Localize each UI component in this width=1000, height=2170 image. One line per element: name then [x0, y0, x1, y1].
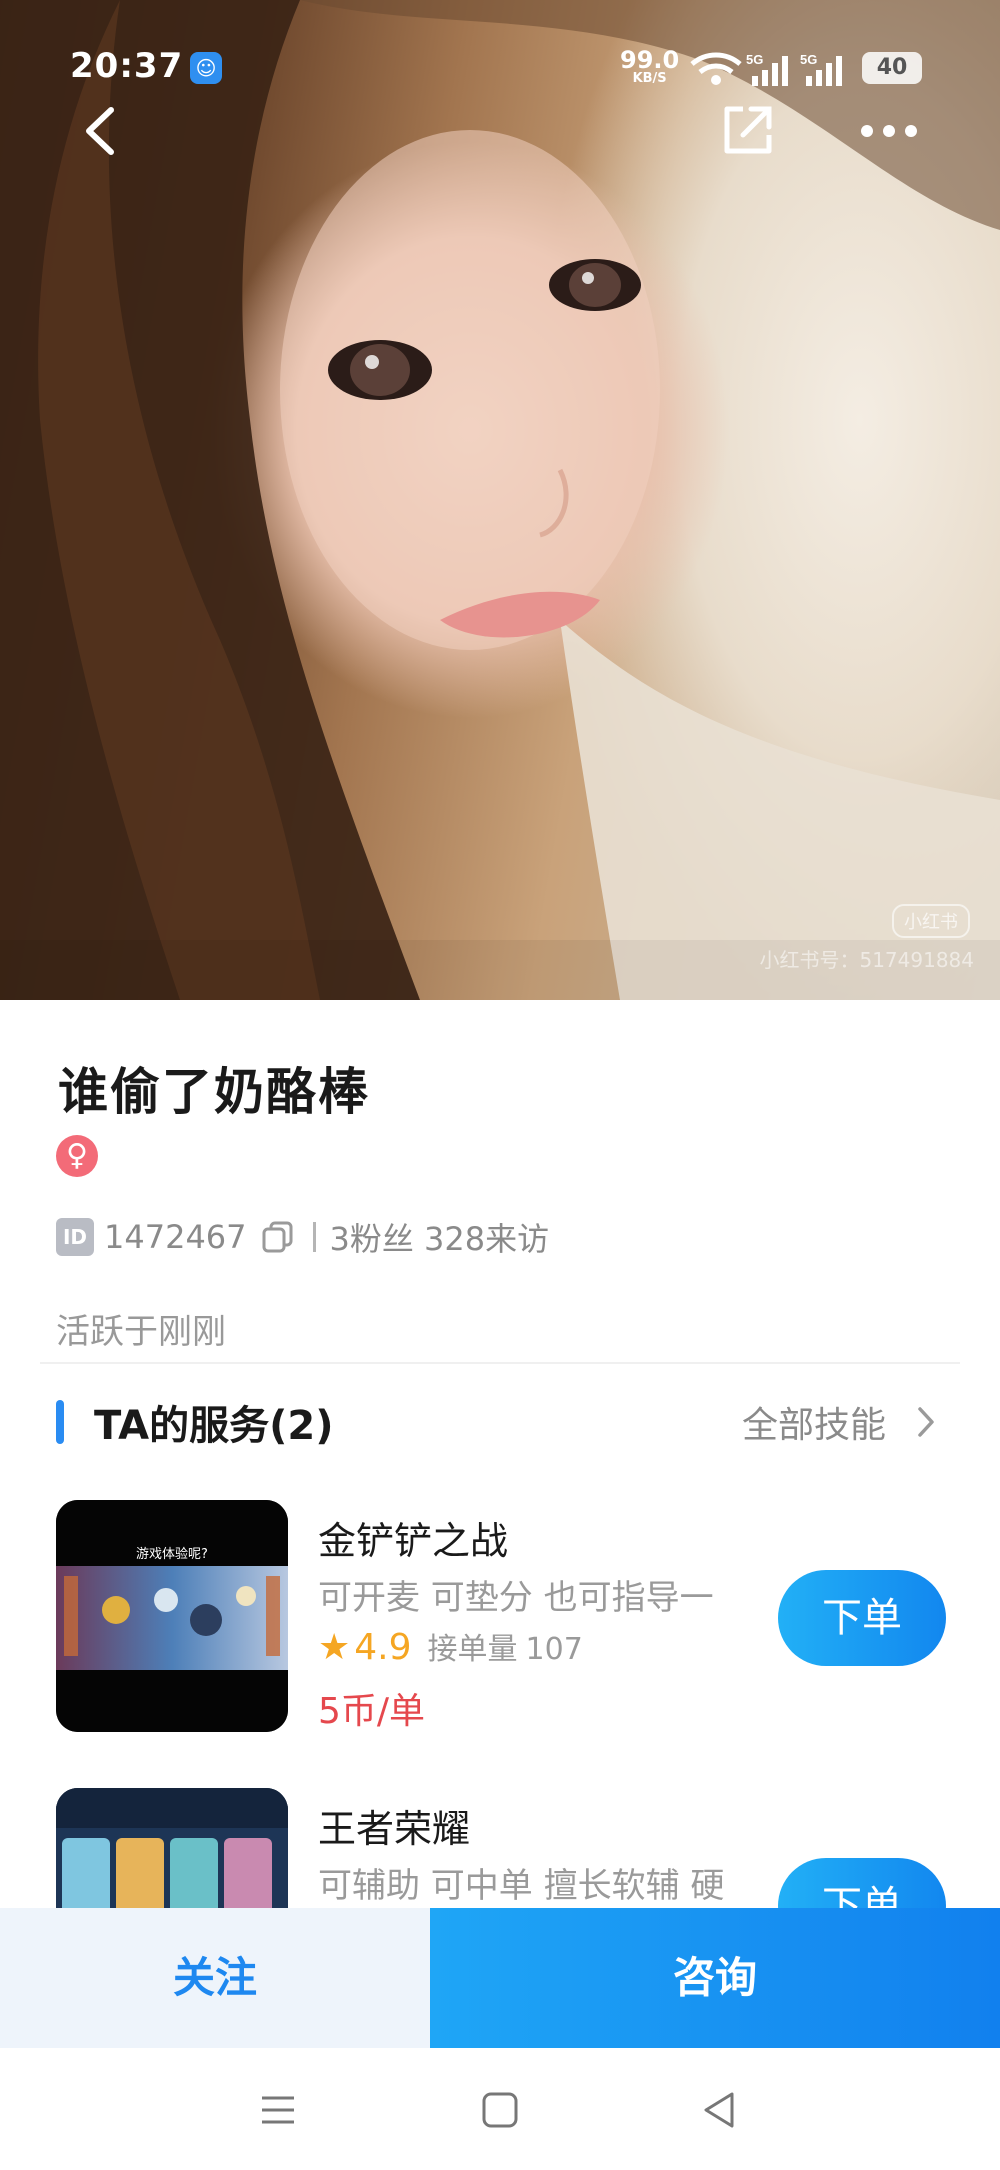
- more-icon: [861, 125, 917, 137]
- follow-button[interactable]: 关注: [0, 1908, 430, 2048]
- net-speed-value: 99.0: [620, 46, 680, 74]
- back-triangle-icon[interactable]: [696, 2086, 744, 2134]
- share-button[interactable]: [712, 96, 782, 166]
- service-rating-row: ★ 4.9 接单量 107: [318, 1624, 583, 1668]
- order-button[interactable]: 下单: [778, 1570, 946, 1666]
- bottom-action-bar: 关注 咨询: [0, 1908, 1000, 2048]
- section-divider: [40, 1362, 960, 1364]
- share-icon: [724, 106, 772, 154]
- portrait-illustration: [0, 0, 1000, 1000]
- services-header: TA的服务(2): [56, 1394, 334, 1450]
- game-screenshot-thumb: 游戏体验呢?: [56, 1500, 288, 1732]
- stats-separator: [312, 1222, 316, 1252]
- signal-wifi-icons: 5G 5G: [690, 52, 842, 86]
- profile-page: 小红书 小红书号：517491884 20:37 ☺ 99.0 KB/S 5G …: [0, 0, 1000, 2170]
- chevron-right-icon: [918, 1407, 934, 1437]
- consult-button[interactable]: 咨询: [430, 1908, 1000, 2048]
- active-status: 活跃于刚刚: [56, 1312, 226, 1352]
- watermark-text: 小红书号：517491884: [759, 948, 974, 972]
- gender-female-icon: ♀: [56, 1135, 98, 1177]
- service-price: 5币/单: [318, 1691, 426, 1732]
- orders-label: 接单量: [427, 1632, 518, 1667]
- service-description: 可开麦 可垫分 也可指导一: [318, 1578, 714, 1618]
- id-row: ID 1472467 3粉丝 328来访: [56, 1215, 549, 1259]
- follower-visitor-stats: 3粉丝 328来访: [329, 1220, 550, 1258]
- id-badge: ID: [56, 1218, 94, 1256]
- profile-name: 谁偷了奶酪棒: [58, 1063, 370, 1121]
- system-navigation-bar: [0, 2048, 1000, 2170]
- service-card[interactable]: 游戏体验呢? 金铲铲之战 可开麦 可垫分 也可指导一 ★ 4.9 接单量 107: [0, 1500, 1000, 1732]
- copy-icon[interactable]: [261, 1220, 295, 1254]
- network-speed: 99.0 KB/S: [620, 48, 679, 85]
- back-icon: [86, 107, 114, 155]
- more-button[interactable]: [854, 96, 924, 166]
- service-name: 王者荣耀: [318, 1807, 471, 1851]
- all-skills-label: 全部技能: [741, 1405, 886, 1446]
- thumb-caption: 游戏体验呢?: [136, 1546, 208, 1562]
- battery-indicator: 40: [862, 52, 922, 84]
- svg-text:5G: 5G: [746, 52, 763, 67]
- baby-face-app-icon: ☺: [190, 52, 222, 84]
- star-icon: ★: [318, 1627, 351, 1668]
- profile-id: 1472467: [104, 1218, 247, 1256]
- services-title: TA的服务(2): [94, 1403, 334, 1449]
- back-button[interactable]: [66, 96, 136, 166]
- menu-icon[interactable]: [254, 2086, 302, 2134]
- service-description: 可辅助 可中单 擅长软辅 硬: [318, 1866, 725, 1906]
- service-rating: 4.9: [354, 1627, 412, 1668]
- status-time: 20:37: [70, 46, 184, 86]
- profile-cover-photo[interactable]: 小红书 小红书号：517491884: [0, 0, 1000, 1000]
- orders-count: 107: [525, 1632, 583, 1667]
- status-bar: 20:37 ☺ 99.0 KB/S 5G 5G 40: [0, 0, 1000, 100]
- service-name: 金铲铲之战: [318, 1519, 509, 1563]
- section-accent-bar: [56, 1400, 64, 1444]
- all-skills-link[interactable]: 全部技能: [742, 1396, 936, 1448]
- service-thumbnail: 游戏体验呢?: [56, 1500, 288, 1732]
- svg-text:5G: 5G: [800, 52, 817, 67]
- home-icon[interactable]: [476, 2086, 524, 2134]
- watermark-logo: 小红书: [892, 904, 970, 938]
